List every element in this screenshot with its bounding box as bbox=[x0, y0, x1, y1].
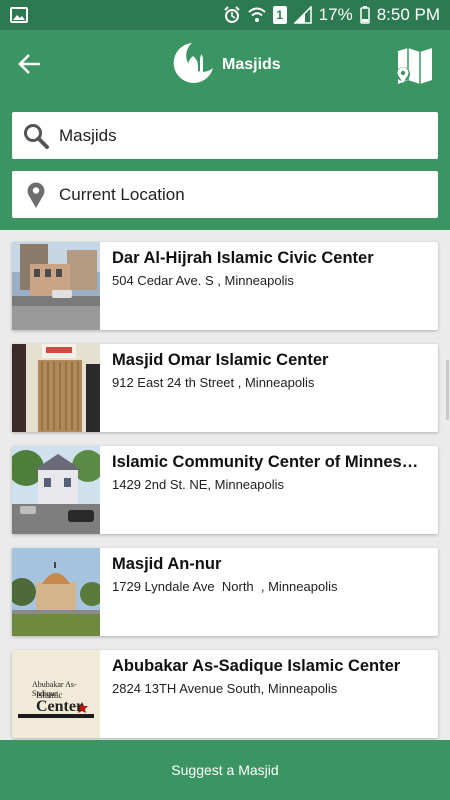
masjid-photo bbox=[12, 344, 100, 432]
location-input[interactable] bbox=[59, 184, 419, 205]
masjid-card[interactable]: Dar Al-Hijrah Islamic Civic Center 504 C… bbox=[12, 242, 438, 330]
wifi-icon bbox=[247, 7, 266, 23]
logo-line3: Center bbox=[36, 698, 84, 715]
masjid-address: 504 Cedar Ave. S , Minneapolis bbox=[112, 273, 294, 288]
masjid-logo: Abubakar As-Sadique Islamic Center bbox=[12, 650, 100, 738]
battery-percent: 17% bbox=[318, 5, 353, 24]
battery-icon bbox=[359, 6, 370, 24]
search-field[interactable] bbox=[12, 112, 438, 159]
masjid-photo bbox=[12, 548, 100, 636]
signal-icon bbox=[293, 6, 312, 24]
masjid-address: 912 East 24 th Street , Minneapolis bbox=[112, 375, 315, 390]
clock-time: 8:50 PM bbox=[376, 5, 440, 24]
back-arrow-icon bbox=[18, 53, 42, 80]
masjid-photo bbox=[12, 242, 100, 330]
sim-icon: 1 bbox=[272, 6, 287, 24]
masjid-list: Dar Al-Hijrah Islamic Civic Center 504 C… bbox=[0, 230, 450, 740]
masjid-name: Dar Al-Hijrah Islamic Civic Center bbox=[112, 249, 374, 267]
masjid-name: Islamic Community Center of Minnesota bbox=[112, 453, 426, 471]
masjid-card[interactable]: Masjid Omar Islamic Center 912 East 24 t… bbox=[12, 344, 438, 432]
masjid-card[interactable]: Abubakar As-Sadique Islamic Center Abuba… bbox=[12, 650, 438, 738]
status-bar: 1 17% 8:50 PM bbox=[0, 0, 450, 30]
masjid-card[interactable]: Masjid An-nur 1729 Lyndale Ave North , M… bbox=[12, 548, 438, 636]
location-field[interactable] bbox=[12, 171, 438, 218]
map-icon bbox=[394, 48, 436, 90]
back-button[interactable] bbox=[14, 50, 46, 82]
search-panel bbox=[0, 100, 450, 230]
masjid-name: Masjid Omar Islamic Center bbox=[112, 351, 329, 369]
masjid-address: 1729 Lyndale Ave North , Minneapolis bbox=[112, 579, 338, 594]
masjid-address: 1429 2nd St. NE, Minneapolis bbox=[112, 477, 284, 492]
search-input[interactable] bbox=[59, 125, 419, 146]
alarm-icon bbox=[223, 6, 241, 24]
masjid-card[interactable]: Islamic Community Center of Minnesota 14… bbox=[12, 446, 438, 534]
search-icon bbox=[22, 122, 50, 150]
map-view-button[interactable] bbox=[394, 46, 436, 86]
page-title: Masjids bbox=[222, 56, 281, 73]
crescent-mosque-icon bbox=[170, 40, 216, 91]
list-scrollbar[interactable] bbox=[446, 360, 449, 420]
app-bar: Masjids bbox=[0, 30, 450, 100]
masjid-name: Masjid An-nur bbox=[112, 555, 222, 573]
masjid-address: 2824 13TH Avenue South, Minneapolis bbox=[112, 681, 338, 696]
image-icon bbox=[10, 7, 28, 23]
app-title-group: Masjids bbox=[170, 42, 281, 88]
masjid-name: Abubakar As-Sadique Islamic Center bbox=[112, 657, 401, 675]
masjid-photo bbox=[12, 446, 100, 534]
location-pin-icon bbox=[22, 181, 50, 209]
suggest-masjid-button[interactable]: Suggest a Masjid bbox=[0, 740, 450, 800]
